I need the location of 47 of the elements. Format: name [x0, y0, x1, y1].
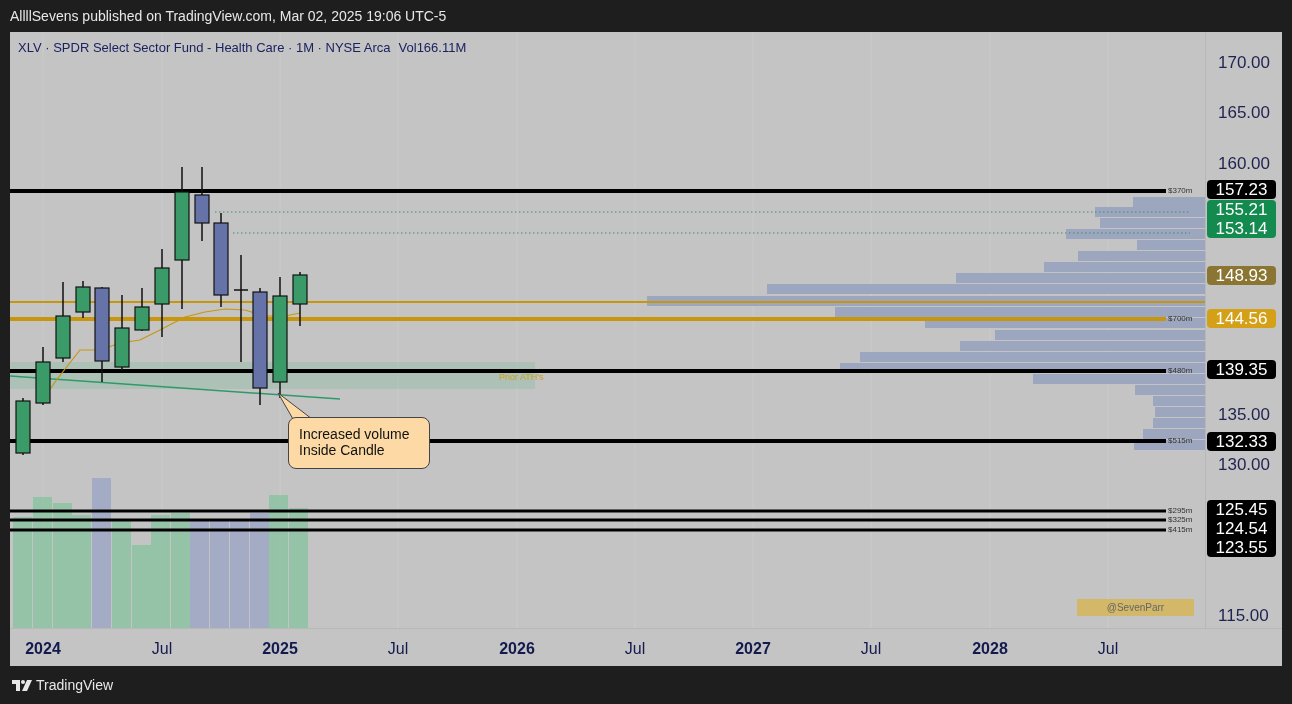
time-label: Jul: [151, 639, 173, 659]
time-label: Jul: [624, 639, 646, 659]
level-label: $370m: [1168, 187, 1193, 195]
price-tick: 115.00: [1218, 606, 1269, 626]
time-label: Jul: [387, 639, 409, 659]
candle: [75, 280, 91, 319]
price-tick: 160.00: [1218, 153, 1270, 174]
price-tag-label: 139.35: [1215, 360, 1268, 379]
price-tick: 130.00: [1218, 455, 1270, 476]
price-tick: 165.00: [1218, 103, 1270, 124]
price-tag-label: 144.56: [1215, 309, 1268, 328]
callout-text: Increased volume: [299, 426, 411, 442]
time-label: 2024: [25, 639, 61, 659]
price-tag-label: 148.93: [1215, 266, 1268, 285]
candle: [15, 397, 31, 456]
time-label: 2026: [499, 639, 535, 659]
candle: [134, 287, 150, 332]
candle: [35, 346, 51, 406]
price-tag-label: 155.21: [1215, 200, 1268, 219]
logo-icon: [12, 679, 32, 691]
time-label: 2025: [262, 639, 298, 659]
price-tick: 135.00: [1218, 404, 1270, 425]
time-label: Jul: [1097, 639, 1119, 659]
price-tag-label: 157.23: [1215, 180, 1268, 199]
price-tag-label: 125.45: [1215, 500, 1268, 519]
price-tag-label: 153.14: [1215, 219, 1268, 238]
level-label: $325m: [1168, 516, 1193, 524]
signature-badge: @SevenParr: [1077, 599, 1194, 616]
price-tag-label: 132.33: [1215, 432, 1268, 451]
time-label: 2028: [972, 639, 1008, 659]
volume-legend: Vol166.11M: [398, 38, 467, 58]
level-label: $515m: [1168, 437, 1193, 445]
level-label: $415m: [1168, 526, 1193, 534]
level-label: $295m: [1168, 507, 1193, 515]
publish-info: AllllSevens published on TradingView.com, Mar 02, 2025 19:06 UTC-5: [10, 6, 447, 26]
callout-text: Inside Candle: [299, 442, 386, 458]
time-label: Jul: [860, 639, 882, 659]
zone-label: Prior ATH's: [499, 371, 544, 384]
candle: [292, 271, 308, 327]
level-label: $480m: [1168, 367, 1193, 375]
price-tag-label: 124.54: [1215, 519, 1268, 538]
price-tick: 170.00: [1218, 53, 1270, 73]
time-label: 2027: [735, 639, 771, 659]
symbol-legend: XLV · SPDR Select Sector Fund - Health Care · 1M · NYSE Arca: [18, 38, 391, 58]
level-label: $700m: [1168, 315, 1193, 323]
brand-name: TradingView: [36, 675, 114, 695]
price-tag-label: 123.55: [1215, 538, 1268, 557]
